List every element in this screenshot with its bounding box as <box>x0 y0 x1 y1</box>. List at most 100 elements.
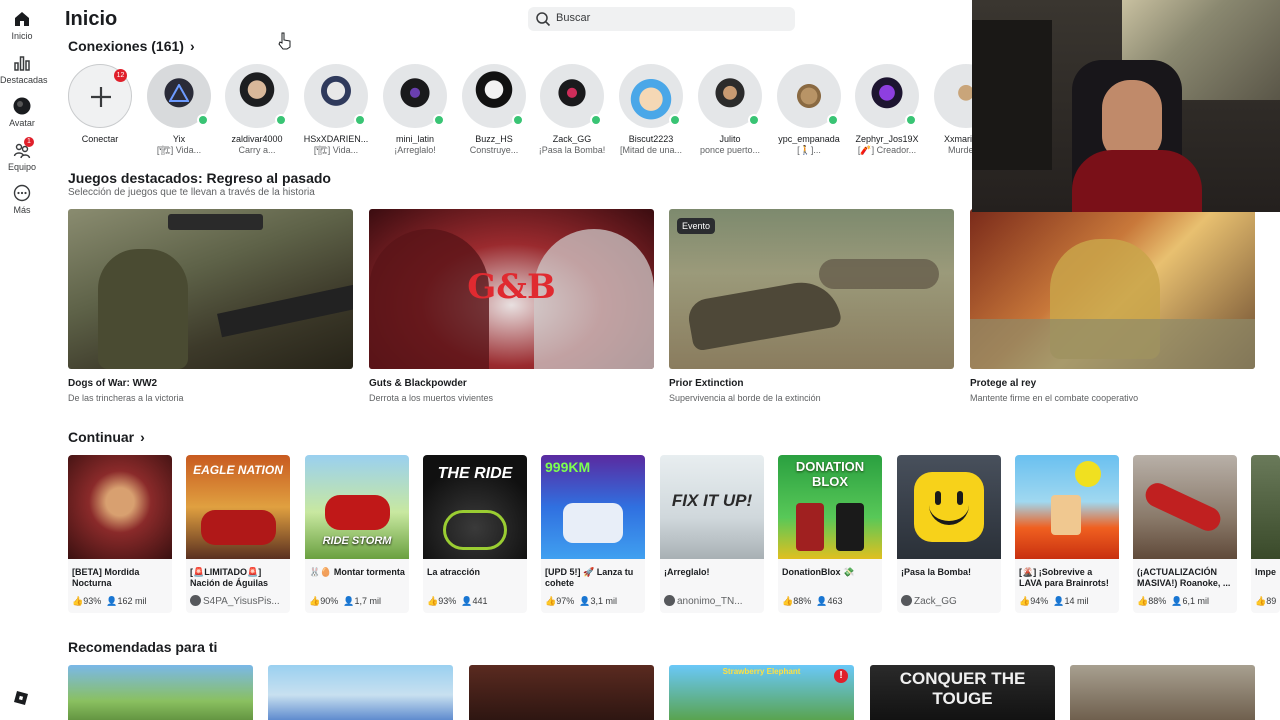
online-indicator <box>827 114 839 126</box>
friend-item[interactable]: Julito ponce puerto... <box>692 64 768 155</box>
game-stats: 👍90% 👤1,7 mil <box>305 593 409 607</box>
sidebar-item-mas[interactable]: Más <box>0 184 44 215</box>
game-title: 🐰🥚 Montar tormenta <box>309 567 405 577</box>
featured-game-card[interactable]: Dogs of War: WW2 De las trincheras a la … <box>68 209 353 403</box>
connections-title: Conexiones (161) <box>68 38 184 54</box>
recommended-game-card[interactable]: Strawberry Elephant ! <box>669 665 854 720</box>
game-thumbnail: EAGLE NATION <box>186 455 290 559</box>
friend-status: ponce puerto... <box>699 145 761 155</box>
connections-heading[interactable]: Conexiones (161) › <box>68 38 195 54</box>
continue-heading[interactable]: Continuar › <box>68 429 145 445</box>
game-title: DonationBlox 💸 <box>782 567 855 577</box>
sidebar-item-label: Destacadas <box>0 75 48 85</box>
friend-item[interactable]: ypc_empanada [🚶]... <box>771 64 847 156</box>
friend-name: ypc_empanada <box>778 134 840 144</box>
sidebar-item-destacadas[interactable]: Destacadas <box>0 54 48 85</box>
continue-game-card[interactable]: EAGLE NATION [🚨LIMITADO🚨] Nación de Águi… <box>186 455 290 613</box>
featured-subtitle: Selección de juegos que te llevan a trav… <box>68 187 315 198</box>
thumbs-up-icon: 👍 <box>309 596 321 606</box>
featured-game-card[interactable]: Protege al rey Mantente firme en el comb… <box>970 209 1255 403</box>
continue-game-card[interactable]: 999KM [UPD 5!] 🚀 Lanza tu cohete 👍97% 👤3… <box>541 455 645 613</box>
recommended-game-card[interactable] <box>1070 665 1255 720</box>
rating: 89 <box>1266 596 1277 606</box>
thumbnail-logo-text: THE RIDE <box>437 465 513 482</box>
online-indicator <box>512 114 524 126</box>
friend-name: Buzz_HS <box>475 134 513 144</box>
search-input[interactable]: Buscar <box>528 7 795 31</box>
friend-name: Yix <box>172 134 186 144</box>
continue-title: Continuar <box>68 429 135 445</box>
continue-game-card[interactable]: Impe 👍89 <box>1251 455 1280 613</box>
game-thumbnail <box>1251 455 1280 559</box>
game-thumbnail: Evento <box>669 209 954 369</box>
online-indicator <box>197 114 209 126</box>
featured-game-card[interactable]: G&B Guts & Blackpowder Derrota a los mue… <box>369 209 654 403</box>
thumbnail-logo-text: EAGLE NATION <box>193 463 283 477</box>
sidebar-item-inicio[interactable]: Inicio <box>0 10 44 41</box>
player-count: 463 <box>827 596 843 606</box>
friend-item[interactable]: Xxmari Murde <box>928 64 972 155</box>
sidebar-item-avatar[interactable]: Avatar <box>0 97 44 128</box>
recommended-game-card[interactable] <box>68 665 253 720</box>
connect-button[interactable]: 12 Conectar <box>62 64 138 144</box>
continue-game-card[interactable]: ¡Pasa la Bomba! Zack_GG <box>897 455 1001 613</box>
friend-item[interactable]: Zack_GG ¡Pasa la Bomba! <box>534 64 610 155</box>
continue-game-card[interactable]: [🌋] ¡Sobrevive a LAVA para Brainrots! 👍9… <box>1015 455 1119 613</box>
creator-label: Zack_GG <box>914 596 957 607</box>
friend-item[interactable]: Yix [🏗] Vida... <box>141 64 217 156</box>
friend-name: Xxmari <box>944 134 972 144</box>
game-stats: 👍93% 👤162 mil <box>68 593 172 607</box>
game-stats: 👍89 <box>1251 593 1280 607</box>
friend-status: Carry a... <box>238 145 276 155</box>
game-thumbnail <box>68 209 353 369</box>
thumbnail-logo-text: DONATION BLOX <box>795 459 865 489</box>
game-title: Prior Extinction <box>669 378 744 389</box>
player-count: 6,1 mil <box>1182 596 1209 606</box>
featured-game-card[interactable]: Evento Prior Extinction Supervivencia al… <box>669 209 954 403</box>
recommended-game-card[interactable]: CONQUER THE TOUGE <box>870 665 1055 720</box>
creator-label: anonimo_TN... <box>677 596 743 607</box>
chart-icon <box>14 56 30 71</box>
game-description: De las trincheras a la victoria <box>68 393 184 403</box>
friend-item[interactable]: zaldivar4000 Carry a... <box>219 64 295 155</box>
friend-item[interactable]: Biscut2223 [Mitad de una... <box>613 64 689 155</box>
roblox-logo-icon[interactable] <box>14 691 28 705</box>
players-icon: 👤 <box>579 596 591 606</box>
player-count: 441 <box>472 596 488 606</box>
online-indicator <box>354 114 366 126</box>
thumbs-up-icon: 👍 <box>1019 596 1031 606</box>
page-title: Inicio <box>65 8 118 30</box>
recommended-game-card[interactable] <box>268 665 453 720</box>
game-title: [UPD 5!] 🚀 Lanza tu cohete <box>545 567 634 588</box>
plus-icon <box>91 87 111 107</box>
continue-game-card[interactable]: RIDE STORM 🐰🥚 Montar tormenta 👍90% 👤1,7 … <box>305 455 409 613</box>
friend-item[interactable]: Zephyr_Jos19X [🧨] Creador... <box>849 64 925 156</box>
rating: 97% <box>556 596 575 606</box>
friend-item[interactable]: Buzz_HS Construye... <box>456 64 532 155</box>
rating: 88% <box>1148 596 1167 606</box>
hand-cursor-icon <box>278 32 291 50</box>
continue-game-card[interactable]: THE RIDE La atracción 👍93% 👤441 <box>423 455 527 613</box>
thumbnail-logo-text: 999KM <box>545 459 591 475</box>
friend-status: ¡Arreglalo! <box>394 145 436 155</box>
requests-badge: 12 <box>114 69 127 82</box>
continue-game-card[interactable]: (¡ACTUALIZACIÓN MASIVA!) Roanoke, ... 👍8… <box>1133 455 1237 613</box>
event-badge: Evento <box>677 218 716 234</box>
continue-game-card[interactable]: FIX IT UP! ¡Arreglalo! anonimo_TN... <box>660 455 764 613</box>
recommended-game-card[interactable] <box>469 665 654 720</box>
friend-item[interactable]: mini_latin ¡Arreglalo! <box>377 64 453 155</box>
creator-avatar <box>664 595 675 606</box>
creator-avatar <box>901 595 912 606</box>
friend-item[interactable]: HSxXDARIEN... [🏗] Vida... <box>298 64 374 156</box>
game-title: [🌋] ¡Sobrevive a LAVA para Brainrots! <box>1019 567 1109 588</box>
home-icon <box>15 12 29 26</box>
continue-game-card[interactable]: [BETA] Mordida Nocturna 👍93% 👤162 mil <box>68 455 172 613</box>
sidebar-item-equipo[interactable]: 1 Equipo <box>0 137 44 172</box>
game-title: (¡ACTUALIZACIÓN MASIVA!) Roanoke, ... <box>1137 567 1231 588</box>
players-icon: 👤 <box>461 596 473 606</box>
continue-game-card[interactable]: DONATION BLOX DonationBlox 💸 👍88% 👤463 <box>778 455 882 613</box>
rating: 90% <box>320 596 339 606</box>
game-title: ¡Pasa la Bomba! <box>901 567 972 577</box>
friend-name: Zephyr_Jos19X <box>855 134 919 144</box>
game-thumbnail <box>1133 455 1237 559</box>
